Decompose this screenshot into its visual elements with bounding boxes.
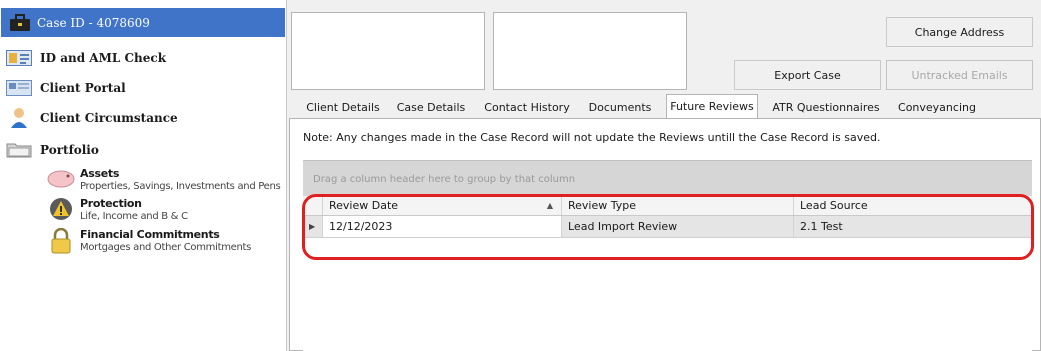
sidebar-item-client-portal[interactable]: Client Portal (6, 78, 126, 98)
tab-label: Future Reviews (670, 100, 754, 113)
warning-shield-icon (46, 197, 76, 225)
portfolio-item-title: Protection (80, 197, 142, 210)
export-case-button[interactable]: Export Case (734, 60, 881, 90)
tab-client-details[interactable]: Client Details (304, 96, 382, 118)
sidebar-item-portfolio[interactable]: Portfolio (6, 140, 99, 160)
tab-conveyancing[interactable]: Conveyancing (894, 96, 980, 118)
id-card-icon (6, 48, 32, 68)
annotation-highlight-outline (302, 194, 1034, 260)
group-by-drop-area[interactable]: Drag a column header here to group by th… (303, 160, 1032, 198)
portfolio-item-description: Life, Income and B & C (80, 211, 188, 222)
tab-future-reviews[interactable]: Future Reviews (666, 94, 758, 118)
portal-icon (6, 78, 32, 98)
sidebar-item-client-circumstance[interactable]: Client Circumstance (6, 108, 178, 128)
briefcase-icon (9, 13, 31, 32)
sidebar-item-label: Portfolio (40, 143, 99, 157)
portfolio-item-title: Financial Commitments (80, 228, 220, 241)
portfolio-item-description: Properties, Savings, Investments and Pen… (80, 181, 281, 192)
tab-label: Documents (588, 100, 652, 114)
tab-label: Client Details (306, 100, 380, 114)
folder-icon (6, 140, 32, 160)
case-header[interactable]: Case ID - 4078609 (1, 8, 285, 37)
sidebar-item-id-aml-check[interactable]: ID and AML Check (6, 48, 166, 68)
export-case-label: Export Case (774, 68, 841, 82)
padlock-icon (46, 227, 76, 258)
blank-panel-right (493, 12, 687, 90)
tab-documents[interactable]: Documents (584, 96, 656, 118)
reviews-note: Note: Any changes made in the Case Recor… (303, 131, 881, 144)
untracked-emails-button[interactable]: Untracked Emails (886, 60, 1033, 90)
case-id-title: Case ID - 4078609 (37, 15, 150, 30)
tab-label: ATR Questionnaires (772, 100, 880, 114)
change-address-button[interactable]: Change Address (886, 17, 1033, 47)
portfolio-item-description: Mortgages and Other Commitments (80, 242, 252, 253)
group-by-hint: Drag a column header here to group by th… (313, 174, 576, 185)
tab-atr-questionnaires[interactable]: ATR Questionnaires (768, 96, 884, 118)
change-address-label: Change Address (914, 25, 1005, 39)
tab-label: Case Details (396, 100, 466, 114)
sidebar-item-label: Client Circumstance (40, 111, 178, 125)
blank-panel-left (291, 12, 485, 90)
case-navigation-sidebar: Case ID - 4078609 ID and AML Check Clien… (0, 0, 287, 351)
case-tabs: Client Details Case Details Contact Hist… (288, 94, 1041, 118)
portfolio-item-title: Assets (80, 167, 120, 180)
tab-contact-history[interactable]: Contact History (480, 96, 574, 118)
person-icon (6, 108, 32, 128)
sidebar-item-label: Client Portal (40, 81, 126, 95)
tab-label: Contact History (484, 100, 570, 114)
sidebar-item-label: ID and AML Check (40, 51, 167, 65)
untracked-emails-label: Untracked Emails (911, 68, 1008, 82)
tab-label: Conveyancing (898, 100, 976, 114)
piggy-bank-icon (46, 167, 76, 193)
tab-case-details[interactable]: Case Details (392, 96, 470, 118)
